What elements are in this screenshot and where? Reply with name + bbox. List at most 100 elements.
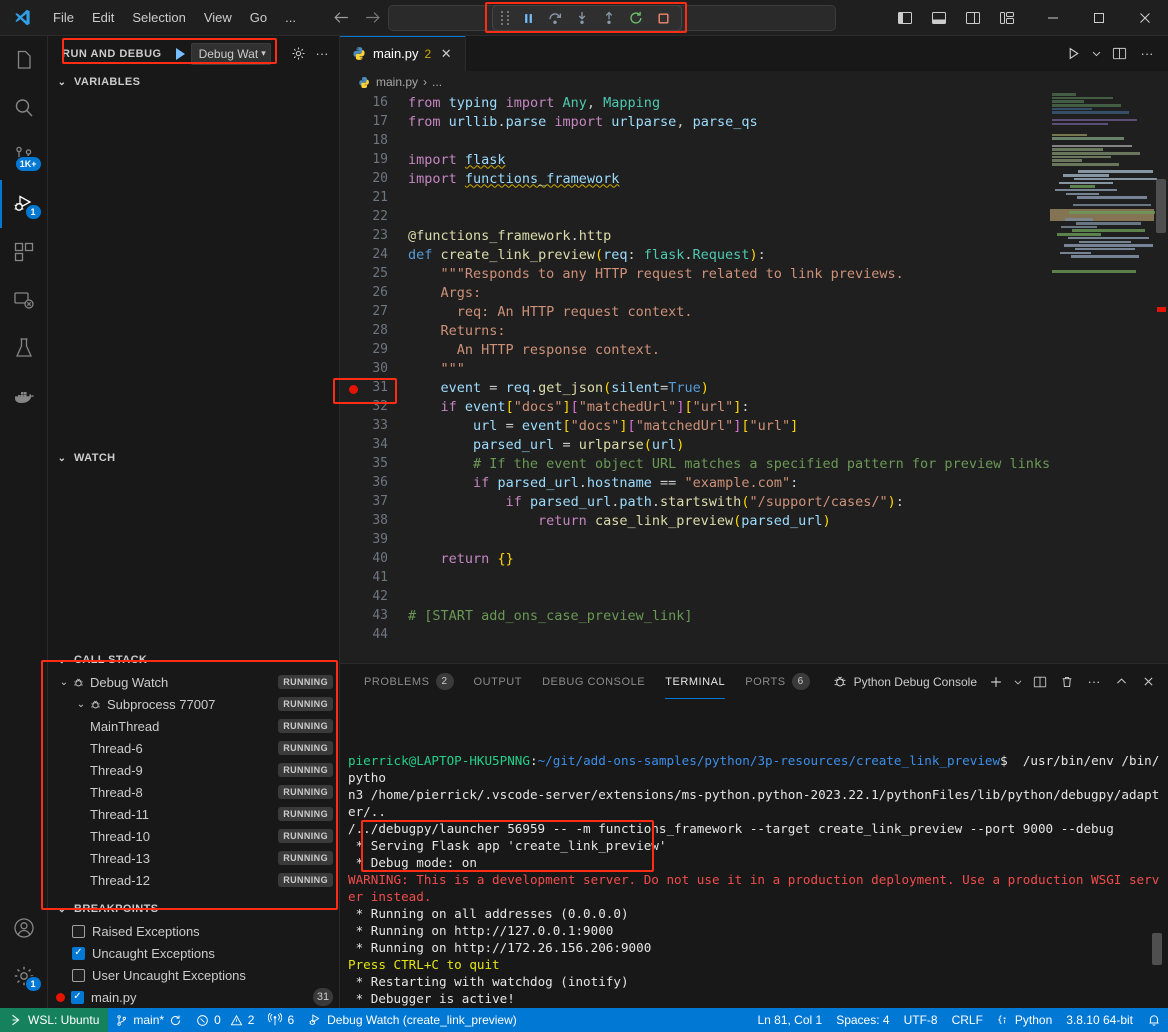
activity-run-and-debug[interactable]: 1 [0, 180, 48, 228]
line-number[interactable]: 23 [340, 228, 402, 243]
code-line[interactable]: 37 if parsed_url.path.startswith("/suppo… [340, 492, 1168, 511]
run-python-file-icon[interactable] [1060, 41, 1086, 67]
start-debugging-icon[interactable] [176, 48, 185, 60]
line-number[interactable]: 40 [340, 551, 402, 566]
panel-tab-debug-console[interactable]: DEBUG CONSOLE [532, 664, 655, 699]
debug-toolbar[interactable] [492, 5, 682, 31]
code-line[interactable]: 18 [340, 131, 1168, 150]
call-stack-row[interactable]: Thread-8 RUNNING [48, 781, 339, 803]
menu-view[interactable]: View [195, 6, 241, 29]
terminal-output[interactable]: pierrick@LAPTOP-HKU5PNNG:~/git/add-ons-s… [340, 699, 1168, 1008]
code-line[interactable]: 25 """Responds to any HTTP request relat… [340, 264, 1168, 283]
menu-overflow[interactable]: ... [276, 6, 305, 29]
line-number[interactable]: 17 [340, 114, 402, 129]
close-tab-icon[interactable]: ✕ [437, 45, 455, 63]
line-number[interactable]: 42 [340, 589, 402, 604]
breakpoint-checkbox[interactable] [72, 925, 85, 938]
code-line[interactable]: 42 [340, 587, 1168, 606]
code-content[interactable]: 16 from typing import Any, Mapping 17 fr… [340, 93, 1168, 663]
breakpoint-row[interactable]: main.py 31 [48, 986, 339, 1008]
activity-source-control[interactable]: 1K+ [0, 132, 48, 180]
line-number[interactable]: 16 [340, 95, 402, 110]
call-stack-row[interactable]: Thread-9 RUNNING [48, 759, 339, 781]
sync-changes-icon[interactable] [169, 1014, 182, 1027]
code-line[interactable]: 44 [340, 625, 1168, 644]
status-ports[interactable]: 6 [261, 1008, 301, 1032]
kill-terminal-trash-icon[interactable] [1055, 670, 1079, 694]
step-into-button[interactable] [570, 7, 594, 29]
editor-vertical-scrollbar[interactable] [1154, 93, 1168, 663]
line-number[interactable]: 18 [340, 133, 402, 148]
panel-tab-output[interactable]: OUTPUT [464, 664, 533, 699]
menu-go[interactable]: Go [241, 6, 276, 29]
activity-accounts[interactable] [0, 904, 48, 952]
code-line[interactable]: 30 """ [340, 359, 1168, 378]
code-line[interactable]: 22 [340, 207, 1168, 226]
status-language-mode[interactable]: Python [990, 1008, 1059, 1032]
status-branch[interactable]: main* [108, 1008, 189, 1032]
run-options-chevron-down-icon[interactable] [1088, 41, 1104, 67]
code-line[interactable]: 23 @functions_framework.http [340, 226, 1168, 245]
activity-docker[interactable] [0, 372, 48, 420]
line-number[interactable]: 27 [340, 304, 402, 319]
line-number[interactable]: 39 [340, 532, 402, 547]
panel-more-actions-icon[interactable]: ··· [1082, 670, 1106, 694]
line-number[interactable]: 26 [340, 285, 402, 300]
code-line[interactable]: 28 Returns: [340, 321, 1168, 340]
editor-scrollbar-thumb[interactable] [1156, 179, 1166, 233]
launch-config-dropdown[interactable]: Debug Wat ▾ [191, 43, 271, 65]
restart-button[interactable] [624, 7, 648, 29]
line-number[interactable]: 37 [340, 494, 402, 509]
code-editor[interactable]: 16 from typing import Any, Mapping 17 fr… [340, 93, 1168, 663]
panel-tab-terminal[interactable]: TERMINAL [655, 664, 735, 699]
status-notifications-bell-icon[interactable] [1140, 1008, 1168, 1032]
breakpoint-row[interactable]: User Uncaught Exceptions [48, 964, 339, 986]
menu-selection[interactable]: Selection [123, 6, 194, 29]
activity-search[interactable] [0, 84, 48, 132]
code-line[interactable]: 36 if parsed_url.hostname == "example.co… [340, 473, 1168, 492]
line-number[interactable]: 24 [340, 247, 402, 262]
section-variables[interactable]: ⌄ VARIABLES [48, 71, 339, 93]
status-cursor-position[interactable]: Ln 81, Col 1 [750, 1008, 829, 1032]
menu-file[interactable]: File [44, 6, 83, 29]
drag-handle-icon[interactable] [499, 10, 511, 26]
call-stack-row[interactable]: MainThread RUNNING [48, 715, 339, 737]
code-line[interactable]: 29 An HTTP response context. [340, 340, 1168, 359]
breakpoint-row[interactable]: Uncaught Exceptions [48, 942, 339, 964]
line-number[interactable]: 35 [340, 456, 402, 471]
step-over-button[interactable] [543, 7, 567, 29]
code-line[interactable]: 35 # If the event object URL matches a s… [340, 454, 1168, 473]
status-remote-host[interactable]: WSL: Ubuntu [0, 1008, 108, 1032]
breakpoint-dot-icon[interactable] [349, 385, 358, 394]
minimap[interactable] [1050, 93, 1154, 663]
launch-config-control[interactable]: Debug Wat ▾ [176, 43, 271, 65]
activity-remote-explorer[interactable] [0, 276, 48, 324]
go-forward-icon[interactable] [364, 9, 381, 26]
go-back-icon[interactable] [333, 9, 350, 26]
new-terminal-icon[interactable] [984, 670, 1008, 694]
line-number[interactable]: 31 [340, 380, 402, 395]
line-number[interactable]: 29 [340, 342, 402, 357]
stop-button[interactable] [651, 7, 675, 29]
breakpoint-row[interactable]: Raised Exceptions [48, 920, 339, 942]
breadcrumb-symbol[interactable]: ... [432, 75, 442, 89]
window-maximize-button[interactable] [1076, 0, 1122, 36]
panel-tab-problems[interactable]: PROBLEMS 2 [354, 664, 464, 699]
call-stack-row[interactable]: Thread-11 RUNNING [48, 803, 339, 825]
menu-edit[interactable]: Edit [83, 6, 123, 29]
code-line[interactable]: 20 import functions_framework [340, 169, 1168, 188]
terminal-instance-selector[interactable]: Python Debug Console [828, 674, 981, 690]
line-number[interactable]: 21 [340, 190, 402, 205]
toggle-primary-sidebar-icon[interactable] [888, 3, 922, 33]
code-line[interactable]: 24 def create_link_preview(req: flask.Re… [340, 245, 1168, 264]
code-line[interactable]: 19 import flask [340, 150, 1168, 169]
line-number[interactable]: 36 [340, 475, 402, 490]
activity-manage-settings[interactable]: 1 [0, 952, 48, 1000]
panel-tab-ports[interactable]: PORTS 6 [735, 664, 819, 699]
terminal-dropdown-chevron-down-icon[interactable] [1011, 670, 1025, 694]
editor-tab-main-py[interactable]: main.py 2 ✕ [340, 36, 466, 71]
status-debug-session[interactable]: Debug Watch (create_link_preview) [301, 1008, 524, 1032]
section-breakpoints[interactable]: ⌄ BREAKPOINTS [48, 898, 339, 920]
maximize-panel-chevron-up-icon[interactable] [1109, 670, 1133, 694]
breakpoint-checkbox[interactable] [72, 947, 85, 960]
